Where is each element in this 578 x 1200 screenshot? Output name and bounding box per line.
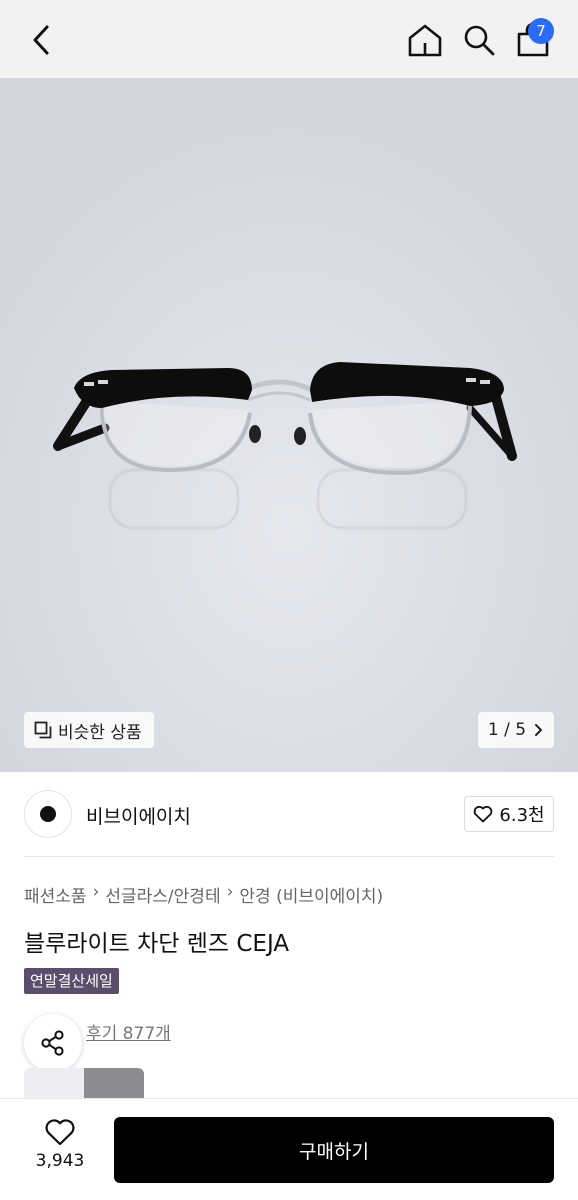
bottom-action-bar: 3,943 구매하기 bbox=[0, 1098, 578, 1200]
buy-button[interactable]: 구매하기 bbox=[114, 1117, 554, 1183]
chevron-right-icon: › bbox=[226, 882, 234, 902]
divider bbox=[24, 856, 554, 857]
similar-products-label: 비슷한 상품 bbox=[58, 722, 142, 743]
breadcrumb: 패션소품 › 선글라스/안경테 › 안경 (비브이에이치) bbox=[24, 882, 383, 907]
search-icon[interactable] bbox=[461, 22, 497, 58]
sale-badge: 연말결산세일 bbox=[24, 968, 119, 994]
brand-like-count: 6.3천 bbox=[499, 805, 545, 826]
thumbnail-strip bbox=[24, 1068, 144, 1100]
brand-logo[interactable] bbox=[24, 790, 72, 838]
home-icon[interactable] bbox=[406, 22, 444, 58]
product-photo-glasses bbox=[0, 78, 578, 772]
breadcrumb-item[interactable]: 안경 (비브이에이치) bbox=[239, 882, 383, 907]
heart-icon bbox=[474, 805, 493, 823]
product-image-carousel[interactable]: 비슷한 상품 1 / 5 bbox=[0, 78, 578, 772]
share-button[interactable] bbox=[24, 1014, 82, 1072]
image-pager-count: 1 / 5 bbox=[487, 720, 527, 740]
cart-count-badge: 7 bbox=[528, 18, 554, 44]
back-icon[interactable] bbox=[26, 22, 58, 58]
wishlist-button[interactable]: 3,943 bbox=[24, 1117, 96, 1183]
chevron-right-icon bbox=[535, 724, 543, 736]
breadcrumb-item[interactable]: 패션소품 bbox=[24, 882, 87, 907]
top-nav-bar: 7 bbox=[0, 0, 578, 78]
thumbnail-image[interactable] bbox=[24, 1068, 84, 1100]
copy-icon bbox=[34, 721, 52, 739]
heart-icon bbox=[45, 1119, 75, 1146]
review-link[interactable]: 후기 877개 bbox=[86, 1019, 171, 1044]
product-title: 블루라이트 차단 렌즈 CEJA bbox=[24, 931, 290, 957]
share-icon bbox=[41, 1030, 64, 1056]
brand-like-button[interactable]: 6.3천 bbox=[464, 796, 554, 832]
thumbnail-image[interactable] bbox=[84, 1068, 144, 1100]
brand-row: 비브이에이치 6.3천 bbox=[0, 772, 578, 858]
wishlist-count: 3,943 bbox=[35, 1151, 85, 1171]
brand-logo-mark bbox=[40, 806, 56, 822]
breadcrumb-item[interactable]: 선글라스/안경테 bbox=[105, 882, 220, 907]
similar-products-button[interactable]: 비슷한 상품 bbox=[24, 712, 154, 748]
chevron-right-icon: › bbox=[92, 882, 100, 902]
image-pager-button[interactable]: 1 / 5 bbox=[478, 712, 554, 748]
brand-name[interactable]: 비브이에이치 bbox=[86, 802, 191, 829]
